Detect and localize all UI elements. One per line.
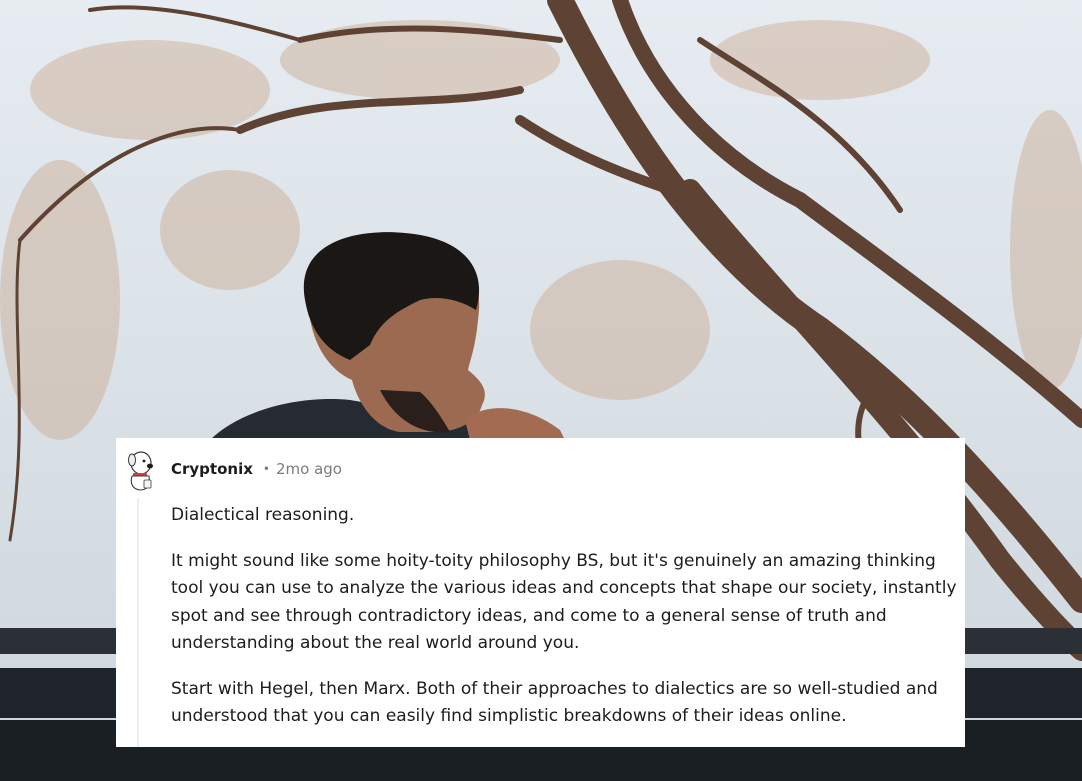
comment-username[interactable]: Cryptonix — [171, 460, 253, 478]
comment-timestamp[interactable]: 2mo ago — [276, 460, 342, 478]
comment-body: Dialectical reasoning. It might sound li… — [171, 502, 961, 749]
comment-paragraph: It might sound like some hoity-toity phi… — [171, 550, 957, 654]
meta-separator: • — [262, 462, 270, 476]
comment-paragraph: Dialectical reasoning. — [171, 505, 355, 525]
thread-collapse-line[interactable] — [137, 498, 139, 747]
comment-header: Cryptonix • 2mo ago — [171, 458, 342, 480]
snoo-dog-avatar-icon[interactable] — [124, 447, 158, 491]
comment-card: Cryptonix • 2mo ago Dialectical reasonin… — [116, 438, 965, 747]
comment-paragraph: Start with Hegel, then Marx. Both of the… — [171, 678, 938, 727]
